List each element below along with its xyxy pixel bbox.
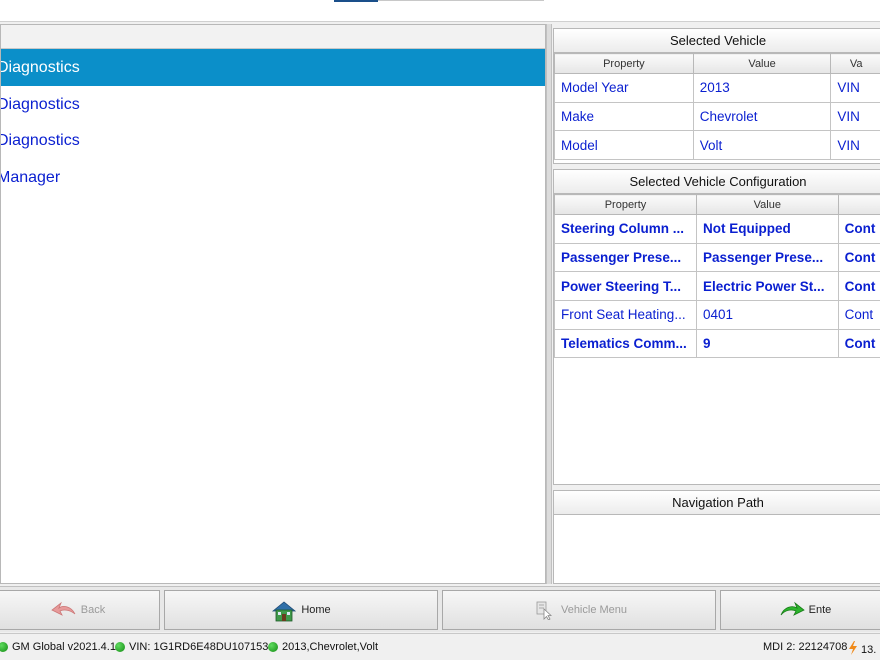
- property-cell: Steering Column ...: [554, 214, 697, 244]
- table-row[interactable]: Model Year 2013 VIN: [554, 73, 880, 103]
- home-icon: [271, 600, 297, 622]
- selected-vehicle-panel: Selected Vehicle Property Value Va Model…: [553, 28, 880, 164]
- vin-status: VIN: 1G1RD6E48DU107153: [115, 641, 268, 653]
- vehicle-menu-button[interactable]: Vehicle Menu: [442, 590, 716, 630]
- extra-cell: Cont: [837, 300, 880, 330]
- vehicle-configuration-title: Selected Vehicle Configuration: [554, 170, 880, 194]
- back-arrow-icon: [51, 600, 77, 620]
- extra-cell: VIN: [830, 101, 880, 132]
- software-version-status: GM Global v2021.4.1: [0, 641, 116, 653]
- voltage-status: 13.: [848, 641, 876, 658]
- property-cell: Model Year: [554, 73, 694, 103]
- value-cell: 2013: [692, 73, 832, 103]
- active-tab-indicator: [334, 0, 378, 2]
- vehicle-configuration-table: Property Value Steering Column ... Not E…: [554, 194, 880, 359]
- table-row[interactable]: Telematics Comm... 9 Cont: [554, 328, 880, 359]
- enter-arrow-icon: [779, 600, 805, 620]
- home-button-label: Home: [301, 604, 331, 616]
- menu-item-diagnostics-2[interactable]: Diagnostics: [1, 86, 545, 123]
- menu-item-manager[interactable]: Manager: [1, 159, 545, 196]
- menu-item-diagnostics-3[interactable]: Diagnostics: [1, 122, 545, 159]
- value-cell: 0401: [696, 300, 839, 330]
- voltage-text: 13.: [861, 643, 877, 656]
- value-cell: Chevrolet: [692, 101, 832, 132]
- property-cell: Front Seat Heating...: [554, 300, 697, 330]
- navigation-path-title: Navigation Path: [554, 491, 880, 515]
- vehicle-menu-button-label: Vehicle Menu: [560, 604, 628, 616]
- extra-cell: VIN: [830, 130, 880, 161]
- status-ok-icon: [268, 642, 278, 652]
- value-cell: Volt: [692, 130, 832, 161]
- menu-panel-header: [1, 25, 545, 49]
- menu-item-diagnostics-1[interactable]: Diagnostics: [1, 49, 545, 86]
- lightning-icon: [848, 641, 858, 658]
- table-row[interactable]: Front Seat Heating... 0401 Cont: [554, 300, 880, 330]
- value-cell: Electric Power St...: [696, 271, 839, 302]
- mdi-status: MDI 2: 22124708: [763, 641, 847, 653]
- bottom-toolbar: Back Home Vehicle Menu Ente: [0, 586, 880, 632]
- menu-item-label: Diagnostics: [1, 95, 80, 113]
- column-header-property[interactable]: Property: [554, 194, 697, 215]
- value-cell: Passenger Prese...: [696, 242, 839, 273]
- extra-cell: Cont: [837, 242, 880, 273]
- menu-list: Diagnostics Diagnostics Diagnostics Mana…: [1, 49, 545, 195]
- value-cell: 9: [696, 328, 839, 359]
- back-button-label: Back: [80, 604, 106, 616]
- table-row[interactable]: Steering Column ... Not Equipped Cont: [554, 214, 880, 244]
- table-row[interactable]: Make Chevrolet VIN: [554, 101, 880, 132]
- column-header-extra[interactable]: Va: [830, 53, 880, 74]
- property-cell: Make: [554, 101, 694, 132]
- column-header-property[interactable]: Property: [554, 53, 694, 74]
- back-button[interactable]: Back: [0, 590, 160, 630]
- property-cell: Telematics Comm...: [554, 328, 697, 359]
- selected-vehicle-title: Selected Vehicle: [554, 29, 880, 53]
- menu-panel: Diagnostics Diagnostics Diagnostics Mana…: [0, 24, 546, 584]
- vehicle-menu-icon: [531, 600, 557, 621]
- column-header-value[interactable]: Value: [696, 194, 839, 215]
- vin-text: VIN: 1G1RD6E48DU107153: [129, 641, 269, 653]
- mdi-text: MDI 2: 22124708: [763, 641, 848, 653]
- table-header-row: Property Value: [554, 194, 880, 215]
- column-header-extra[interactable]: [837, 194, 880, 215]
- top-tab-strip: [0, 0, 880, 22]
- selected-vehicle-table: Property Value Va Model Year 2013 VIN Ma…: [554, 53, 880, 161]
- vehicle-status: 2013,Chevrolet,Volt: [268, 641, 378, 653]
- table-header-row: Property Value Va: [554, 53, 880, 74]
- property-cell: Power Steering T...: [554, 271, 697, 302]
- extra-cell: VIN: [830, 73, 880, 103]
- vehicle-configuration-panel: Selected Vehicle Configuration Property …: [553, 169, 880, 485]
- menu-item-label: Manager: [1, 168, 61, 186]
- menu-item-label: Diagnostics: [1, 132, 80, 149]
- status-ok-icon: [0, 642, 8, 652]
- menu-item-label: Diagnostics: [1, 59, 80, 76]
- extra-cell: Cont: [837, 214, 880, 244]
- extra-cell: Cont: [837, 328, 880, 359]
- navigation-path-panel: Navigation Path: [553, 490, 880, 584]
- tab-strip-line: [378, 0, 544, 1]
- table-row[interactable]: Passenger Prese... Passenger Prese... Co…: [554, 242, 880, 273]
- property-cell: Model: [554, 130, 694, 161]
- software-version-text: GM Global v2021.4.1: [12, 641, 116, 653]
- column-header-value[interactable]: Value: [692, 53, 832, 74]
- status-bar: GM Global v2021.4.1 VIN: 1G1RD6E48DU1071…: [0, 633, 880, 660]
- table-row[interactable]: Model Volt VIN: [554, 130, 880, 161]
- extra-cell: Cont: [837, 271, 880, 302]
- vehicle-text: 2013,Chevrolet,Volt: [282, 641, 379, 653]
- table-row[interactable]: Power Steering T... Electric Power St...…: [554, 271, 880, 302]
- status-ok-icon: [115, 642, 125, 652]
- enter-button-label: Ente: [808, 604, 832, 616]
- property-cell: Passenger Prese...: [554, 242, 697, 273]
- value-cell: Not Equipped: [696, 214, 839, 244]
- enter-button[interactable]: Ente: [720, 590, 880, 630]
- home-button[interactable]: Home: [164, 590, 438, 630]
- app-window: Diagnostics Diagnostics Diagnostics Mana…: [0, 0, 880, 660]
- panel-splitter[interactable]: [546, 24, 552, 584]
